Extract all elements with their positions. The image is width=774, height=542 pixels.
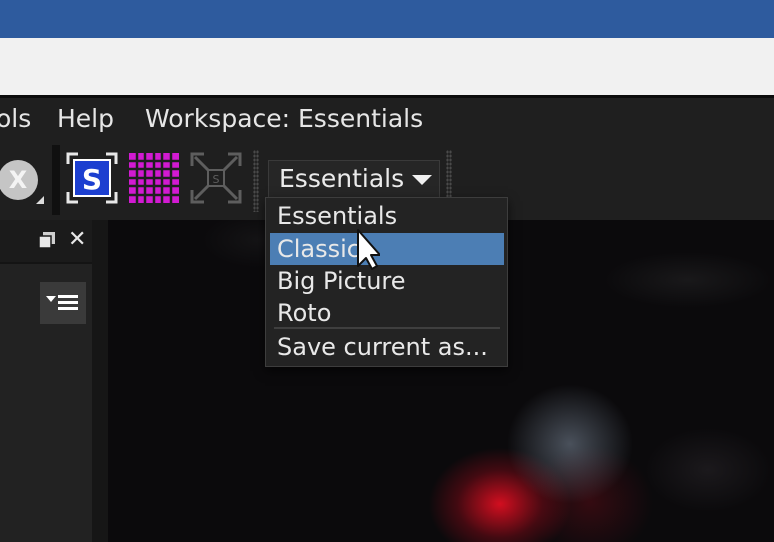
s-square-icon[interactable]: S [66, 152, 118, 204]
menu-divider [274, 327, 500, 329]
svg-text:S: S [213, 173, 220, 186]
close-panel-icon[interactable]: ✕ [68, 226, 86, 254]
menu-tools[interactable]: ols [0, 103, 31, 135]
workspace-select[interactable]: Essentials [268, 160, 440, 198]
menu-help[interactable]: Help [57, 103, 114, 135]
window-title-bar [0, 0, 774, 38]
host-toolbar-area [0, 38, 774, 95]
toolbar-divider [52, 145, 60, 215]
panel-divider [0, 262, 92, 264]
svg-text:S: S [82, 163, 102, 196]
workspace-select-value: Essentials [279, 164, 405, 193]
fit-frame-icon[interactable]: S [190, 152, 242, 204]
workspace-option-roto[interactable]: Roto [270, 297, 504, 329]
save-workspace-option[interactable]: Save current as... [270, 331, 504, 363]
float-panel-icon[interactable] [38, 231, 56, 249]
workspace-option-essentials[interactable]: Essentials [270, 200, 504, 232]
workspace-option-big-picture[interactable]: Big Picture [270, 265, 504, 297]
panel-splitter[interactable] [92, 220, 108, 542]
menu-workspace[interactable]: Workspace: Essentials [145, 103, 423, 135]
menu-bar: ols Help Workspace: Essentials [0, 98, 774, 140]
panel-menu-button[interactable] [40, 282, 86, 324]
workspace-dropdown-menu: Essentials Classic Big Picture Roto Save… [265, 197, 508, 367]
workspace-option-classic[interactable]: Classic [270, 233, 504, 265]
flyout-corner-icon [36, 196, 44, 204]
panel-menu-icon [46, 295, 78, 310]
toolbar-separator [253, 150, 259, 212]
grid-icon[interactable] [128, 152, 180, 204]
mouse-cursor-icon [357, 229, 380, 270]
left-panel [0, 220, 92, 542]
chevron-down-icon [412, 175, 432, 185]
